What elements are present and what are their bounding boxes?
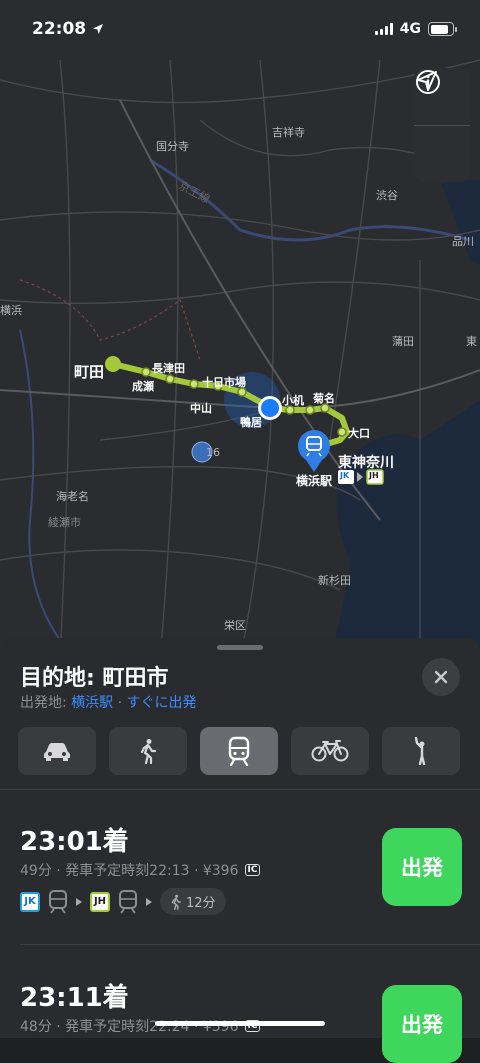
map-canvas [0, 0, 480, 660]
route16-label: 16 [206, 446, 220, 459]
map-controls [414, 68, 470, 182]
destination-title: 目的地: 町田市 [20, 666, 169, 691]
map-label-kikuna: 菊名 [313, 392, 335, 405]
route-option[interactable]: 23:01着 49分 · 発車予定時刻22:13 · ¥396 IC JK JH [20, 821, 261, 915]
go-button[interactable]: 出発 [382, 985, 462, 1063]
origin-separator: · [113, 695, 127, 711]
map-label-yokohama-station: 横浜駅 [296, 474, 333, 488]
route-legs: JK JH 12分 [20, 888, 260, 915]
mode-bike-button[interactable] [291, 727, 369, 775]
map-label-yokosuka: 横浜 [0, 304, 22, 317]
bicycle-icon [311, 740, 349, 762]
jh-map-badge: JH [369, 471, 379, 480]
cellular-signal-icon [374, 23, 393, 35]
walk-duration: 12分 [186, 896, 216, 911]
location-arrow-icon [417, 71, 437, 91]
transport-mode-selector [18, 727, 460, 775]
home-indicator[interactable] [155, 1021, 325, 1026]
origin-link[interactable]: 横浜駅 [71, 695, 113, 711]
map-label-oguchi: 大口 [348, 427, 370, 440]
network-type: 4G [399, 21, 421, 37]
divider [0, 789, 480, 790]
map-label-ebina: 海老名 [56, 490, 89, 503]
sheet-grabber[interactable] [217, 645, 263, 650]
line-badge-jk: JK [20, 891, 40, 912]
hail-ride-icon [414, 737, 426, 765]
car-icon [44, 743, 70, 761]
train-icon [119, 889, 137, 914]
map-label-kichijoji: 吉祥寺 [272, 126, 305, 139]
map-label-ayase: 綾瀬市 [48, 516, 81, 529]
chevron-right-icon [76, 897, 82, 906]
route-meta-text: 49分 · 発車予定時刻22:13 · ¥396 [20, 863, 239, 879]
battery-icon [428, 22, 457, 36]
status-time: 22:08 [32, 19, 87, 39]
map-label-nagatsuta: 長津田 [152, 362, 185, 375]
route-meta: 48分 · 発車予定時刻22:24 · ¥396 IC [20, 1016, 261, 1036]
close-button[interactable] [422, 658, 460, 696]
map-label-kamata: 蒲田 [392, 335, 414, 348]
map-label-naruse: 成瀬 [132, 380, 154, 393]
location-services-icon [93, 24, 104, 34]
map-label-tokaichiba: 十日市場 [202, 376, 246, 389]
map-label-machida: 町田 [74, 363, 105, 381]
mode-transit-button[interactable] [200, 727, 278, 775]
map-label-nakayama: 中山 [190, 402, 212, 415]
route-meta-text: 48分 · 発車予定時刻22:24 · ¥396 [20, 1019, 239, 1035]
map-label-kamoi: 鴨居 [240, 416, 262, 429]
map-label-kokubunji: 国分寺 [156, 140, 189, 153]
map-label-higashikanagawa: 東神奈川 [338, 455, 394, 471]
ic-card-badge: IC [244, 864, 261, 876]
walk-icon [140, 739, 157, 764]
divider [20, 944, 480, 945]
train-icon [228, 736, 250, 766]
mode-car-button[interactable] [18, 727, 96, 775]
line-badge-jh: JH [90, 891, 110, 912]
map-label-kozukue: 小机 [282, 394, 304, 407]
map-label-shinsugita: 新杉田 [318, 574, 351, 587]
walk-icon [171, 894, 181, 910]
mode-ride-button[interactable] [382, 727, 460, 775]
close-icon [434, 670, 448, 684]
origin-line: 出発地: 横浜駅 · すぐに出発 [20, 692, 197, 712]
arrival-time: 23:11着 [20, 983, 129, 1013]
train-icon [49, 889, 67, 914]
locate-button[interactable] [414, 71, 470, 182]
go-button[interactable]: 出発 [382, 828, 462, 906]
route-option[interactable]: 23:11着 48分 · 発車予定時刻22:24 · ¥396 IC [20, 977, 261, 1036]
origin-prefix: 出発地: [20, 695, 72, 711]
arrival-time: 23:01着 [20, 827, 129, 857]
directions-sheet: 目的地: 町田市 出発地: 横浜駅 · すぐに出発 23:01着 49分 · 発… [0, 638, 480, 1063]
map-label-east-edge: 東 [466, 335, 477, 348]
map-label-shibuya: 渋谷 [376, 189, 398, 202]
map-label-sakae: 栄区 [224, 619, 246, 632]
map-view[interactable]: 16 JK JH 町田 成瀬 長津田 十日市場 中山 鴨居 小机 菊名 大口 東… [0, 0, 480, 660]
map-label-shinagawa: 品川 [452, 235, 474, 248]
status-bar: 22:08 4G [0, 0, 480, 58]
chevron-right-icon [146, 897, 152, 906]
walk-segment: 12分 [160, 888, 226, 915]
route-meta: 49分 · 発車予定時刻22:13 · ¥396 IC [20, 860, 261, 880]
jk-map-badge: JK [340, 471, 350, 480]
mode-walk-button[interactable] [109, 727, 187, 775]
departure-time-link[interactable]: すぐに出発 [127, 695, 197, 711]
